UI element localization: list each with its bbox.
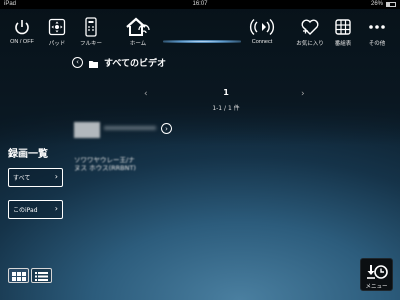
status-bar: iPad 16:07 26% — [0, 0, 400, 9]
home-icon — [118, 16, 158, 38]
filter-ipad-label: このiPad — [13, 207, 38, 214]
more-button[interactable]: その他 — [357, 16, 397, 47]
folder-icon — [89, 53, 98, 72]
connect-icon — [242, 16, 282, 38]
home-button[interactable]: ホーム — [118, 16, 158, 47]
filter-all-label: すべて — [13, 175, 31, 182]
list-view-icon — [35, 266, 48, 285]
back-icon: ‹ — [76, 57, 79, 66]
recording-detail-button[interactable]: › — [161, 123, 172, 134]
menu-button[interactable]: メニュー — [360, 258, 393, 291]
back-button[interactable]: ‹ — [72, 56, 83, 68]
grid-view-icon — [11, 266, 26, 285]
download-clock-icon — [361, 262, 392, 282]
recording-title-line2[interactable]: ヌス ホウス(RRBNT) — [74, 162, 136, 172]
battery-indicator: 26% — [371, 0, 396, 9]
recordings-heading: 録画一覧 — [8, 149, 48, 160]
remote-icon — [71, 16, 111, 38]
filter-this-ipad-button[interactable]: このiPad › — [8, 200, 63, 219]
filter-all-button[interactable]: すべて › — [8, 168, 63, 187]
prev-page-button[interactable]: ‹ — [144, 89, 148, 99]
recording-thumbnail[interactable] — [74, 122, 100, 138]
clock: 16:07 — [192, 1, 208, 7]
connect-label: Connect — [251, 39, 273, 45]
result-count: 1-1 / 1 件 — [212, 105, 240, 112]
power-icon — [2, 16, 42, 38]
home-indicator-line — [163, 40, 241, 43]
remote-label: フルキー — [79, 41, 102, 47]
breadcrumb: ‹ すべてのビデオ — [72, 55, 166, 69]
remote-button[interactable]: フルキー — [71, 16, 111, 47]
app-screen: iPad 16:07 26% ON / OFF パッド フルキー ホーム Con… — [0, 0, 400, 300]
next-page-button[interactable]: › — [301, 89, 305, 99]
top-toolbar: ON / OFF パッド フルキー ホーム Connect お気に入り 番組表 … — [0, 12, 400, 50]
chevron-right-icon: › — [54, 204, 58, 213]
battery-percent: 26% — [370, 1, 383, 7]
current-page: 1 — [223, 88, 229, 97]
list-view-toggle[interactable] — [31, 268, 52, 283]
battery-icon — [386, 2, 396, 7]
chevron-right-icon: › — [54, 172, 58, 181]
menu-label: メニュー — [365, 284, 388, 290]
home-label: ホーム — [129, 41, 147, 47]
more-label: その他 — [368, 41, 386, 47]
recording-channel-blur — [104, 126, 156, 130]
grid-view-toggle[interactable] — [8, 268, 29, 283]
more-icon — [357, 16, 397, 38]
power-label: ON / OFF — [10, 39, 34, 45]
connect-button[interactable]: Connect — [242, 16, 282, 45]
page-title: すべてのビデオ — [104, 58, 167, 69]
chevron-right-icon: › — [165, 124, 168, 133]
power-button[interactable]: ON / OFF — [2, 16, 42, 45]
